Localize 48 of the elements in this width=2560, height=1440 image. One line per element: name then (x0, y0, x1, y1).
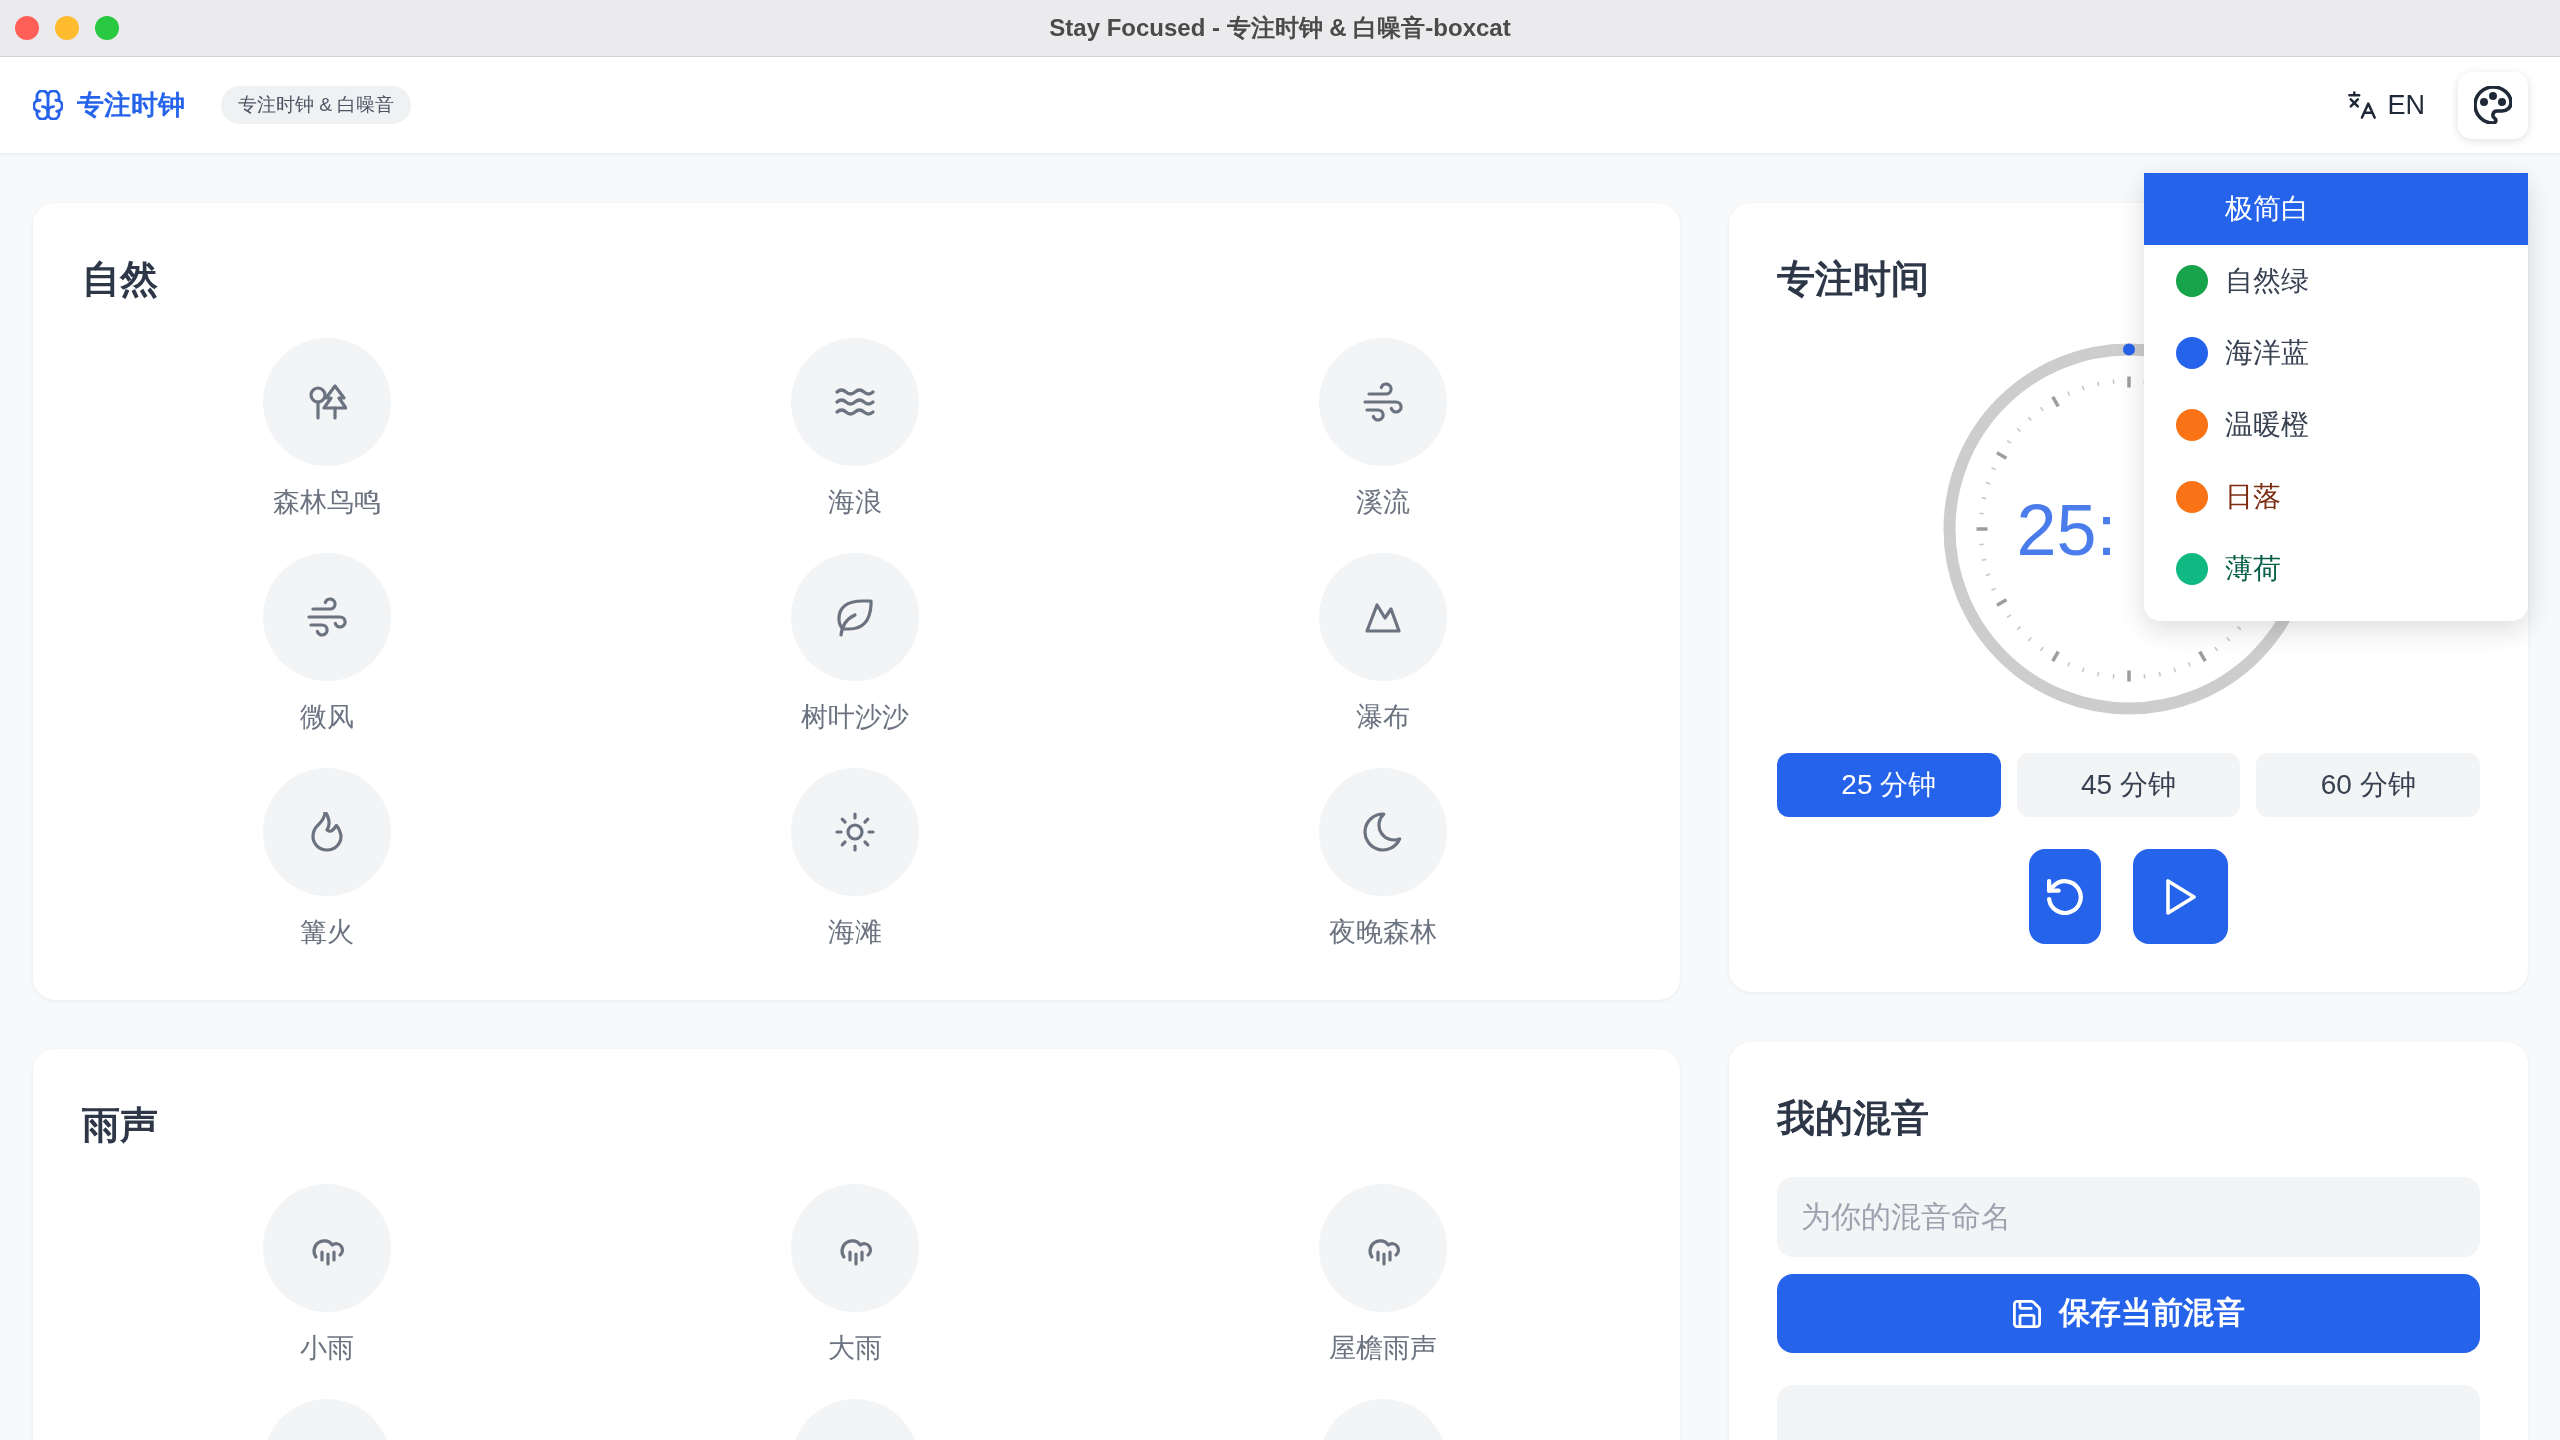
section-title: 自然 (82, 257, 158, 302)
theme-button[interactable] (2458, 71, 2528, 139)
save-button[interactable]: 保存当前混音 (1777, 1274, 2480, 1353)
wind-icon (307, 597, 347, 637)
section-title: 雨声 (82, 1103, 158, 1148)
section-title: 专注时间 (1777, 257, 1929, 302)
leaf-icon (835, 597, 875, 637)
theme-option[interactable]: 极简白 (2144, 172, 2528, 245)
sound-label: 树叶沙沙 (801, 701, 909, 734)
reset-button[interactable] (2029, 849, 2101, 944)
app-badge: 专注时钟 & 白噪音 (221, 86, 412, 124)
sound-label: 溪流 (1356, 486, 1410, 519)
theme-option[interactable]: 自然绿 (2144, 244, 2528, 317)
play-button[interactable] (2133, 849, 2228, 944)
duration-button[interactable]: 60 分钟 (2256, 753, 2480, 817)
window-minimize-icon[interactable] (55, 16, 79, 40)
wind-icon (1363, 382, 1403, 422)
sound-label: 海滩 (828, 916, 882, 949)
sun-icon (835, 812, 875, 852)
sound-label: 小雨 (300, 1332, 354, 1365)
duration-button[interactable]: 25 分钟 (1777, 753, 2001, 817)
translate-icon (2348, 91, 2377, 119)
theme-option[interactable]: 海洋蓝 (2144, 316, 2528, 389)
theme-option[interactable]: 日落 (2144, 460, 2528, 533)
theme-option[interactable]: 温暖橙 (2144, 388, 2528, 461)
app-name: 专注时钟 (77, 88, 185, 122)
palette-icon (2474, 86, 2512, 124)
theme-option[interactable]: 薄荷 (2144, 532, 2528, 605)
sound-label: 森林鸟鸣 (273, 486, 381, 519)
sound-label: 夜晚森林 (1329, 916, 1437, 949)
sound-label: 瀑布 (1356, 701, 1410, 734)
window-title: Stay Focused - 专注时钟 & 白噪音-boxcat (1049, 13, 1511, 43)
section-title: 我的混音 (1777, 1096, 1929, 1141)
window-zoom-icon[interactable] (95, 16, 119, 40)
sound-label: 微风 (300, 701, 354, 734)
window-close-icon[interactable] (15, 16, 39, 40)
reset-icon (2047, 878, 2083, 915)
sound-label: 大雨 (828, 1332, 882, 1365)
timer-display: 25: (2016, 494, 2117, 566)
language-button[interactable]: EN (2348, 84, 2425, 126)
sound-label: 屋檐雨声 (1329, 1332, 1437, 1365)
mix-name-field[interactable]: 为你的混音命名 (1777, 1177, 2480, 1257)
moon-icon (1363, 812, 1403, 852)
sound-label: 海浪 (828, 486, 882, 519)
brain-icon (33, 90, 63, 120)
trees-icon (307, 382, 347, 422)
sound-label: 篝火 (300, 916, 354, 949)
duration-button[interactable]: 45 分钟 (2016, 753, 2241, 817)
